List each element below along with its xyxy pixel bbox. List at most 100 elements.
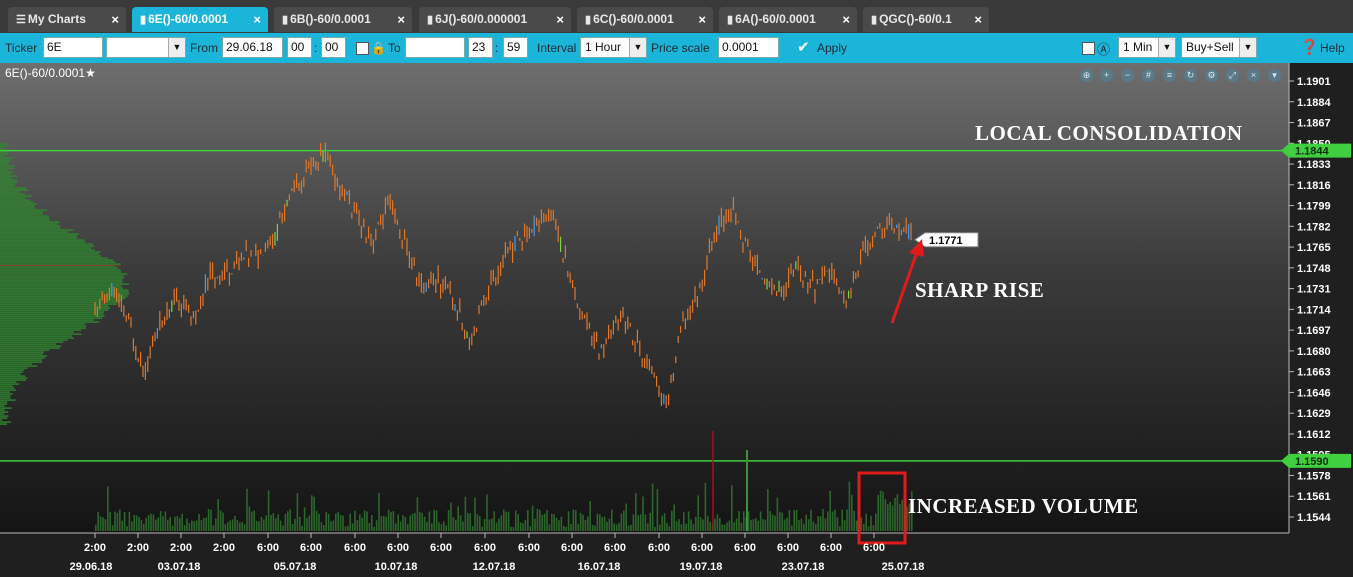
interval-select[interactable]: 1 Hour ▼ [580,37,647,58]
dropdown-icon[interactable]: ▾ [1268,69,1281,82]
volume-bar [366,511,368,531]
volume-bar [203,518,205,531]
volume-bar [855,520,858,531]
close-icon[interactable]: × [842,7,850,32]
volume-bar [344,526,347,531]
volume-bar [217,499,219,531]
to-minute-input[interactable]: 59 [503,37,528,58]
close-icon[interactable]: × [253,7,261,32]
zoom-in-icon[interactable]: + [1100,69,1113,82]
volume-bar [553,514,555,531]
volume-bar [623,510,625,531]
tab-6b[interactable]: ▮ 6B()-60/0.0001 × [274,7,412,32]
zoom-out-icon[interactable]: − [1121,69,1134,82]
volume-bar [603,516,606,531]
profile-bar [0,301,120,303]
x-date-label: 19.07.18 [680,561,723,573]
x-time-label: 6:00 [344,542,366,554]
volume-bar [248,506,251,531]
to-date-input[interactable] [405,37,465,58]
volume-bar [625,503,627,531]
volume-bar [613,523,615,531]
volume-bar [901,499,903,531]
bar-chart-icon: ▮ [727,14,734,26]
star-icon[interactable]: ★ [85,66,96,80]
volume-bar [716,514,719,531]
bars-icon[interactable]: ≡ [1163,69,1176,82]
volume-bar [109,511,111,531]
volume-bar [97,511,99,531]
zoom-fit-icon[interactable]: ⊕ [1080,69,1093,82]
volume-bar [404,516,407,531]
checkmark-circle-icon[interactable]: ✔ [797,38,810,56]
from-date-input[interactable]: 29.06.18 [222,37,283,58]
profile-bar [0,365,38,367]
volume-bar [824,518,827,531]
expand-icon[interactable]: ⤢ [1226,69,1239,82]
volume-bar [606,521,608,531]
volume-bar [433,509,435,531]
volume-bar [323,525,325,531]
close-icon[interactable]: × [397,7,405,32]
tab-label: 6A()-60/0.0001 [735,12,816,26]
ticker-dropdown[interactable]: ▼ [106,37,186,58]
auto-icon[interactable]: Ⓐ [1097,39,1110,58]
volume-bar [507,511,510,531]
profile-bar [0,165,15,167]
volume-bar [807,519,810,531]
x-time-label: 6:00 [474,542,496,554]
volume-bar [750,519,752,531]
from-hour-input[interactable]: 00 [287,37,312,58]
volume-bar [421,512,423,531]
help-icon[interactable]: ❓ [1300,38,1319,56]
ticker-input[interactable]: 6E [43,37,103,58]
close-icon[interactable]: × [1247,69,1260,82]
profile-bar [0,381,17,383]
volume-bar [839,526,841,531]
volume-bar [313,496,315,531]
volume-bar [738,511,740,531]
tab-qgc[interactable]: ▮ QGC()-60/0.1 × [863,7,989,32]
profile-bar [0,225,61,227]
refresh-icon[interactable]: ↻ [1184,69,1197,82]
volume-bar [565,526,567,531]
close-icon[interactable]: × [974,7,982,32]
close-icon[interactable]: × [698,7,706,32]
y-tick-label: 1.1561 [1297,491,1331,503]
lock-checkbox[interactable] [356,42,369,55]
y-tick-label: 1.1782 [1297,221,1331,233]
tab-label: QGC()-60/0.1 [879,12,952,26]
tab-my-charts[interactable]: ☰ My Charts × [8,7,126,32]
help-link[interactable]: Help [1320,41,1345,55]
profile-bar [0,253,99,255]
volume-bar [162,516,164,531]
close-icon[interactable]: × [556,7,564,32]
volume-bar [121,520,123,531]
option-checkbox[interactable] [1082,42,1095,55]
to-hour-input[interactable]: 23 [468,37,493,58]
price-scale-input[interactable]: 0.0001 [718,37,779,58]
volume-bar [303,507,306,531]
volume-bar [764,519,767,531]
volume-bar [260,516,263,531]
close-icon[interactable]: × [111,7,119,32]
apply-button[interactable]: Apply [817,41,847,55]
volume-bar [733,522,735,531]
grid-icon[interactable]: # [1142,69,1155,82]
volume-bar [627,525,630,531]
tab-6e[interactable]: ▮ 6E()-60/0.0001 × [132,7,268,32]
bar-chart-icon: ▮ [282,14,289,26]
from-minute-input[interactable]: 00 [321,37,346,58]
profile-bar [0,181,18,183]
volume-bar [891,505,894,531]
volume-bar [455,519,457,531]
volume-bar [783,519,786,531]
timeframe-select[interactable]: 1 Min ▼ [1118,37,1176,58]
settings-icon[interactable]: ⚙ [1205,69,1218,82]
profile-bar [0,423,8,425]
tab-6j[interactable]: ▮ 6J()-60/0.000001 × [419,7,571,32]
side-select[interactable]: Buy+Sell ▼ [1181,37,1257,58]
tab-6a[interactable]: ▮ 6A()-60/0.0001 × [719,7,857,32]
tab-6c[interactable]: ▮ 6C()-60/0.0001 × [577,7,713,32]
interval-label: Interval [537,41,577,55]
